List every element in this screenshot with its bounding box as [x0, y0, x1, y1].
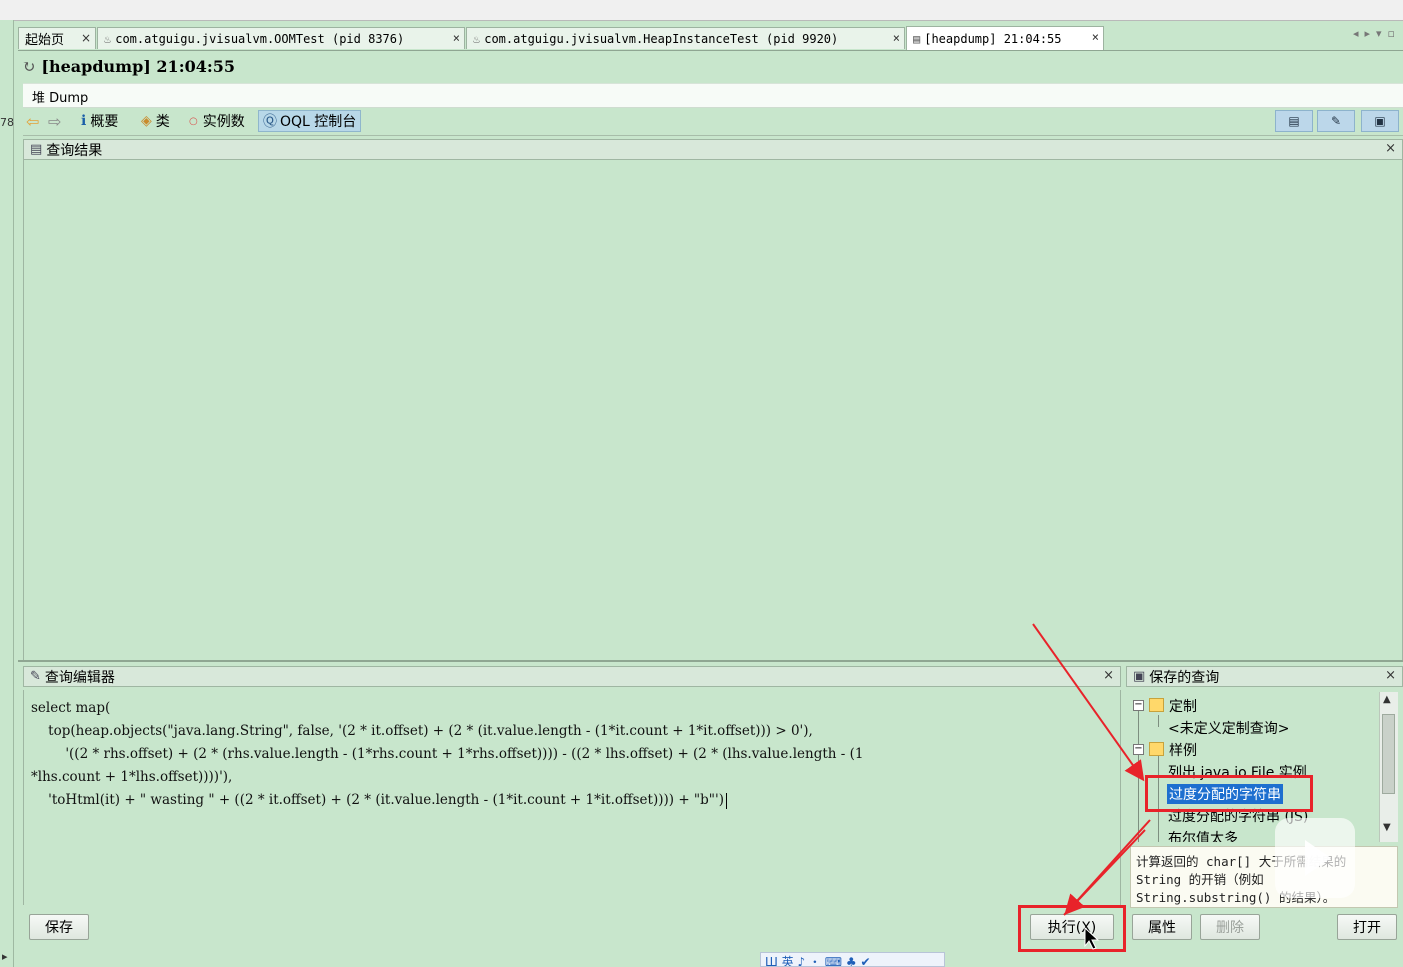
annotation-arrow [1032, 623, 1145, 782]
annotation-arrow [1063, 829, 1146, 916]
ime-toolbar-text: Ш 英 ♪ ・ ⌨ ♣ ✔ [765, 955, 871, 967]
annotation-arrows [1032, 623, 1151, 950]
ime-toolbar[interactable]: Ш 英 ♪ ・ ⌨ ♣ ✔ [760, 952, 945, 967]
mouse-cursor-icon [1084, 926, 1100, 950]
